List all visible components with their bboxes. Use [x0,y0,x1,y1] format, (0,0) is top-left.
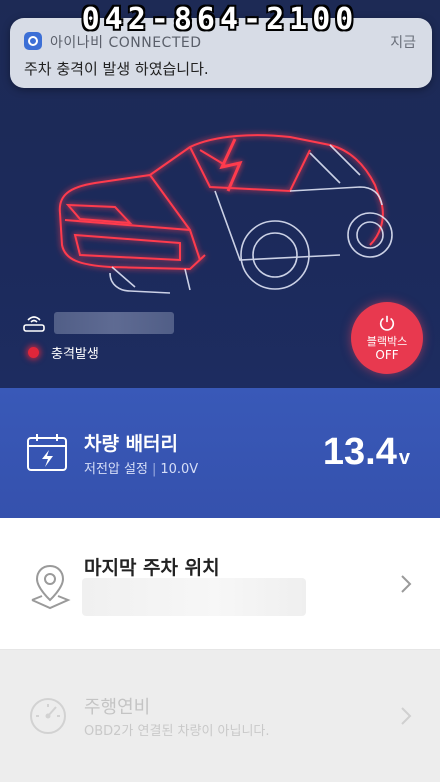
gauge-icon [30,698,66,734]
low-voltage-value: 10.0V [160,462,199,477]
impact-status: 충격발생 [28,343,99,362]
notification-message: 주차 충격이 발생 하였습니다. [24,60,209,78]
map-pin-icon [31,564,71,610]
router-icon [23,316,45,332]
battery-voltage: 13.4 v [323,431,410,474]
phone-number-overlay: 042-864-2100 [81,2,359,37]
status-text: 충격발생 [51,347,99,362]
blackbox-label: 블랙박스 [366,335,408,348]
battery-calendar-icon [27,434,67,471]
power-icon [379,315,395,331]
blackbox-toggle-button[interactable]: 블랙박스 OFF [351,302,423,374]
fuel-subtitle: OBD2가 연결된 차량이 아닙니다. [84,724,270,739]
battery-title: 차량 배터리 [84,433,179,455]
car-outline-illustration [58,134,393,294]
chevron-right-icon [401,707,412,725]
device-name-redacted [54,312,174,334]
chevron-right-icon [401,575,412,593]
battery-voltage-unit: v [398,447,410,469]
blackbox-state: OFF [375,348,399,362]
alert-dot-icon [28,347,39,358]
connection-row [22,312,174,334]
parking-title: 마지막 주차 위치 [84,557,220,579]
fuel-title: 주행연비 [84,697,151,718]
battery-low-voltage-setting: 저전압 설정 | 10.0V [84,462,199,477]
low-voltage-label: 저전압 설정 [84,462,148,477]
battery-voltage-number: 13.4 [322,431,397,473]
parking-address-redacted [82,578,306,616]
